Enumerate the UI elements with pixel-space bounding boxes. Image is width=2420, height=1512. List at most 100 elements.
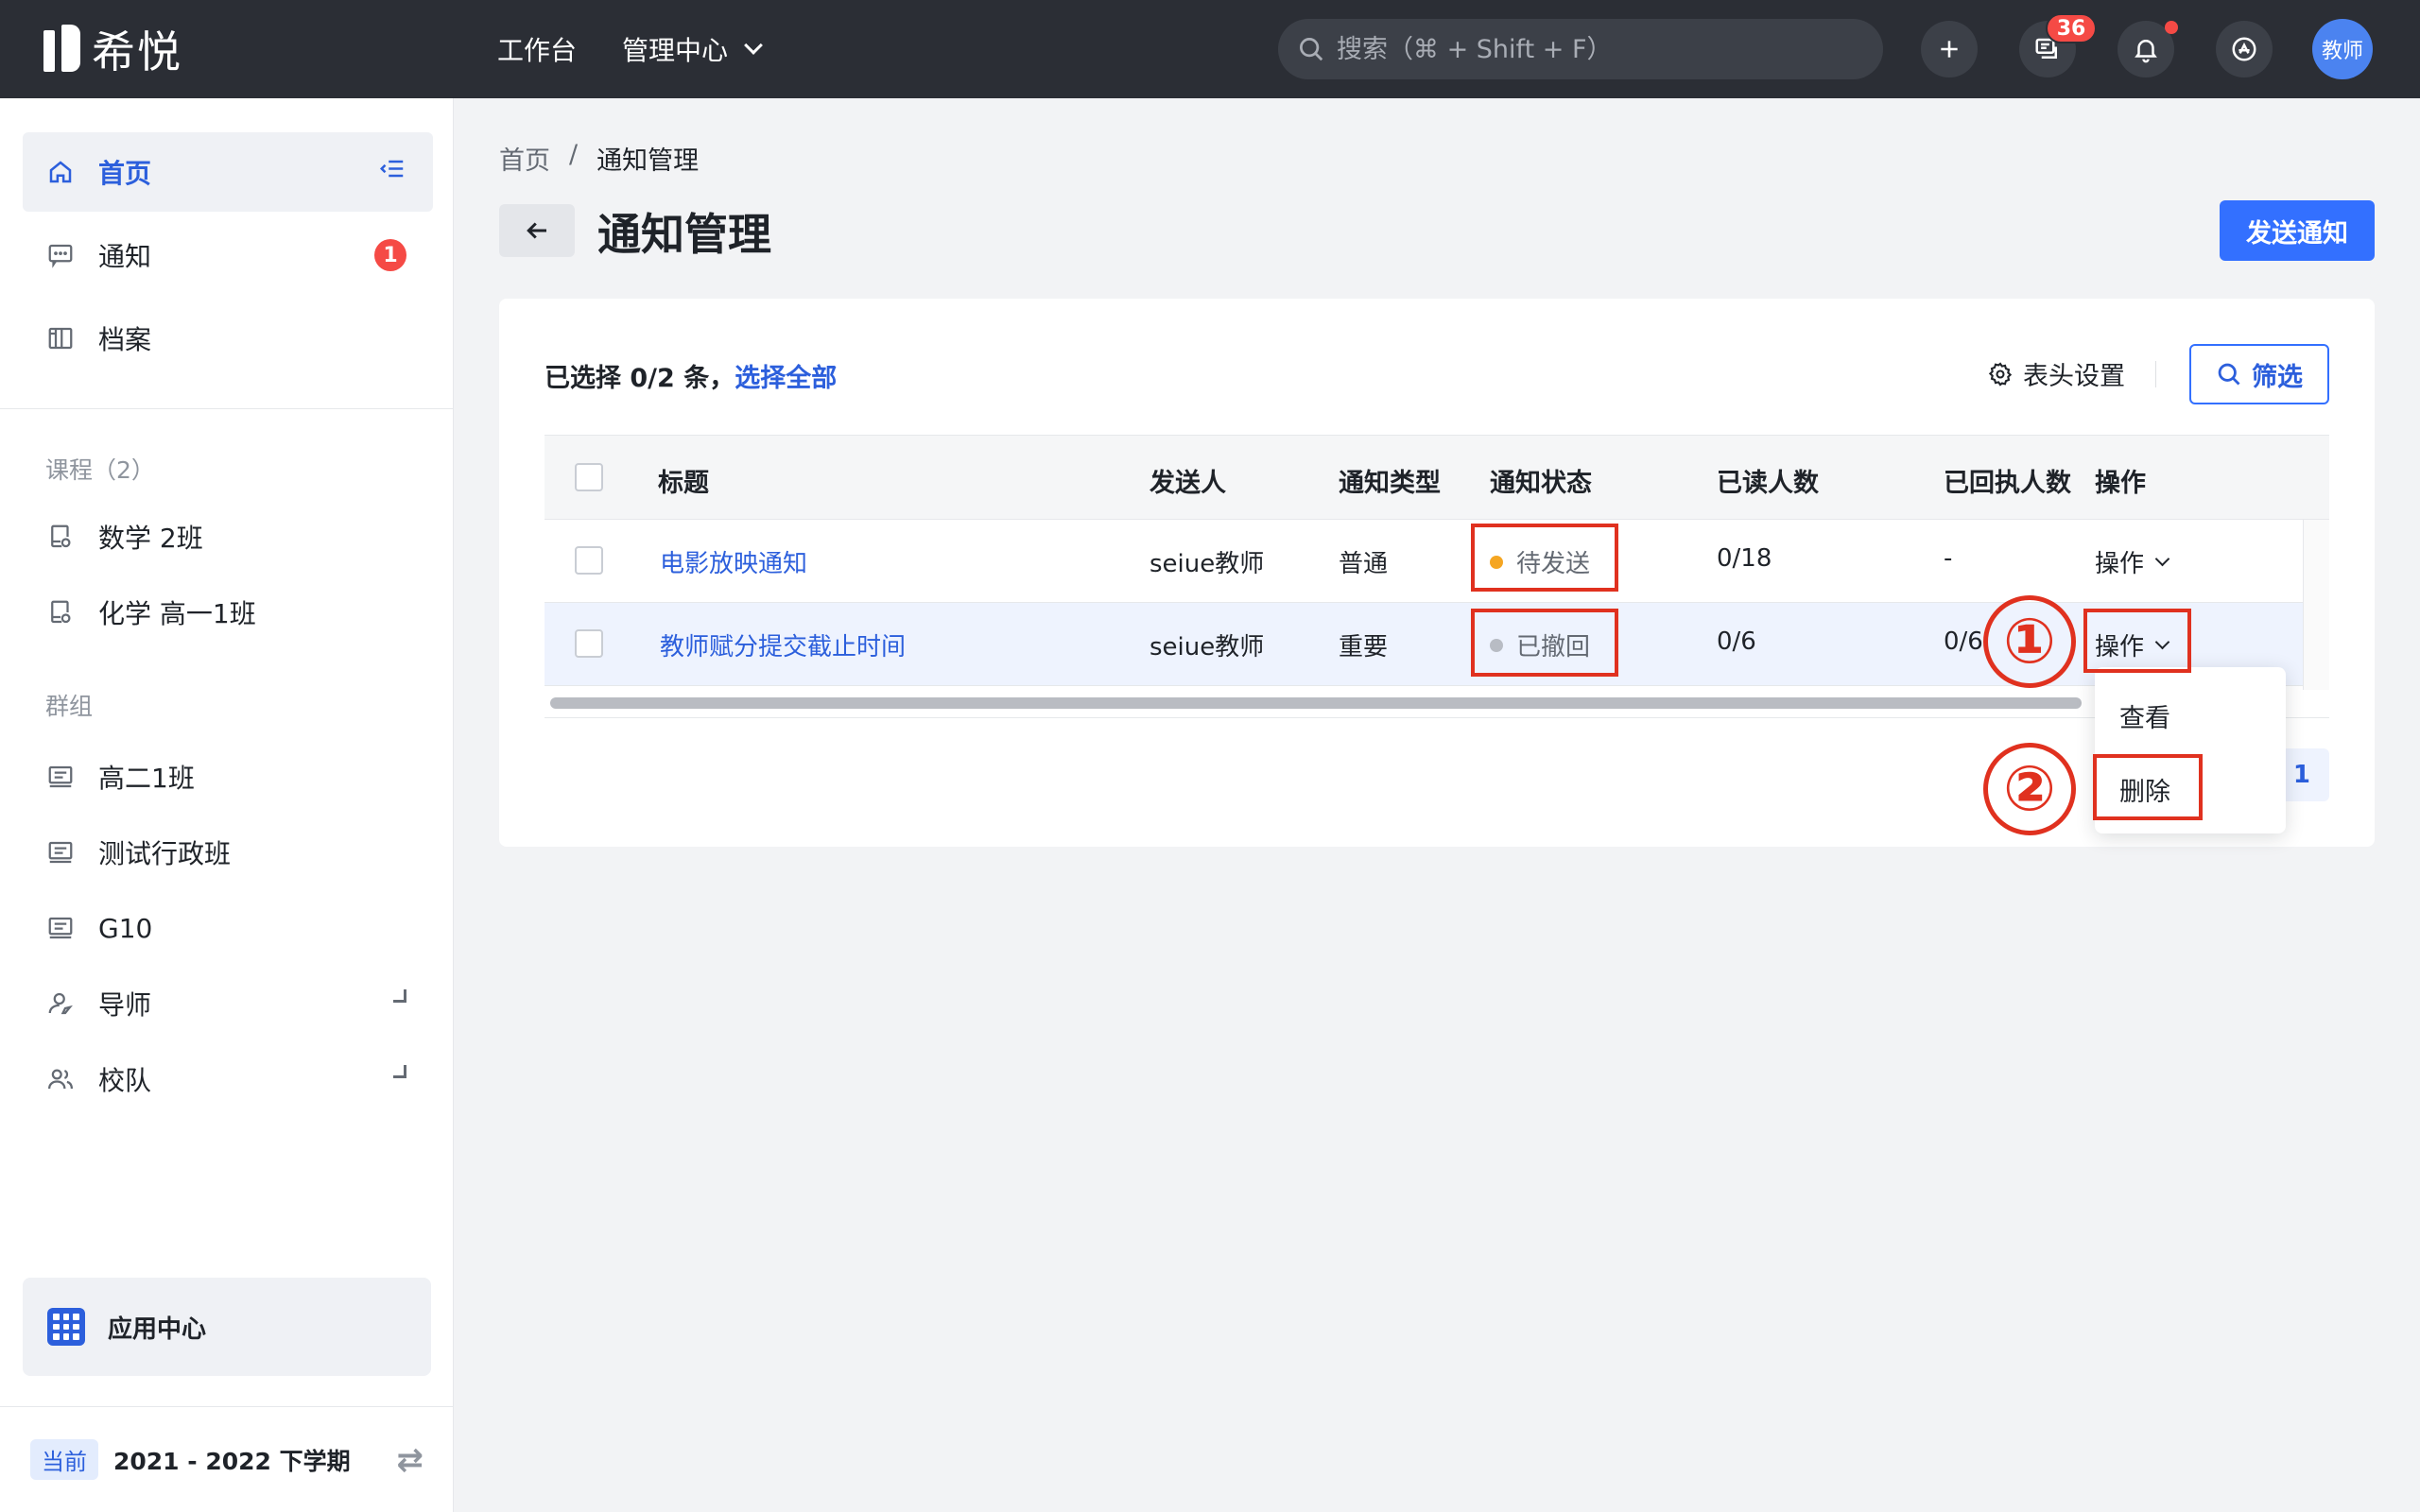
team-icon — [45, 1064, 76, 1094]
sidebar-item-label: 测试行政班 — [98, 838, 232, 869]
row-actions-menu: 查看 删除 — [2095, 667, 2286, 833]
page-title: 通知管理 — [597, 209, 771, 260]
current-term-tag: 当前 — [30, 1439, 98, 1480]
nav-admin-center-label: 管理中心 — [622, 35, 729, 66]
row-checkbox[interactable] — [575, 546, 603, 575]
home-icon — [45, 157, 76, 187]
notification-title-link[interactable]: 电影放映通知 — [660, 544, 807, 579]
selection-count: 已选择 0/2 条， — [544, 364, 735, 393]
table-row[interactable]: 电影放映通知 seiue教师 普通 待发送 0/18 - 操作 — [544, 520, 2303, 603]
class-icon — [45, 837, 76, 868]
row-actions-dropdown[interactable]: 操作 — [2095, 627, 2170, 662]
switch-icon[interactable]: ⇄ — [397, 1441, 424, 1479]
menu-item-view[interactable]: 查看 — [2119, 697, 2170, 734]
sidebar-item-course-chem[interactable]: 化学 高一1班 — [23, 573, 433, 652]
status-withdrawn-dot — [1490, 638, 1503, 652]
sidebar-item-group-g10[interactable]: G10 — [23, 888, 433, 968]
filter-label: 筛选 — [2252, 362, 2303, 392]
nav-admin-center[interactable]: 管理中心 — [622, 0, 763, 98]
app-store-icon — [2232, 37, 2256, 61]
chevron-down-icon — [393, 1065, 406, 1078]
sidebar-item-notifications[interactable]: 通知 1 — [23, 215, 433, 295]
row-actions-dropdown[interactable]: 操作 — [2095, 544, 2170, 579]
header-read-count[interactable]: 已读人数 — [1717, 462, 1819, 499]
sidebar-divider — [0, 408, 454, 409]
read-count-cell: 0/6 — [1717, 627, 1756, 656]
collapse-sidebar-icon[interactable] — [378, 155, 406, 190]
app-store-button[interactable] — [2216, 21, 2273, 77]
sidebar-item-label: G10 — [98, 912, 153, 944]
horizontal-scrollbar[interactable] — [544, 690, 2329, 718]
sidebar-item-label: 档案 — [98, 324, 152, 355]
sidebar-item-label: 化学 高一1班 — [98, 598, 256, 629]
select-all-link[interactable]: 选择全部 — [735, 364, 837, 393]
logo-mark-icon — [43, 25, 80, 72]
column-settings-button[interactable]: 表头设置 — [1987, 355, 2125, 392]
chevron-down-icon — [393, 989, 406, 1003]
row-actions-label: 操作 — [2095, 550, 2145, 578]
search-input[interactable] — [1337, 34, 1866, 64]
nav-workbench[interactable]: 工作台 — [497, 0, 577, 98]
header-status[interactable]: 通知状态 — [1490, 462, 1592, 499]
archive-icon — [45, 323, 76, 353]
avatar[interactable]: 教师 — [2312, 19, 2373, 79]
app-center-label: 应用中心 — [108, 1314, 207, 1344]
sidebar-item-label: 导师 — [98, 989, 152, 1021]
search-icon — [2218, 363, 2240, 386]
notification-title-link[interactable]: 教师赋分提交截止时间 — [660, 627, 906, 662]
sidebar-item-archive[interactable]: 档案 — [23, 299, 433, 378]
back-button[interactable] — [499, 204, 575, 257]
app-logo[interactable]: 希悦 — [43, 23, 182, 77]
add-button[interactable] — [1921, 21, 1978, 77]
sidebar-item-label: 数学 2班 — [98, 523, 203, 554]
sender-cell: seiue教师 — [1150, 633, 1265, 662]
header-type[interactable]: 通知类型 — [1339, 462, 1441, 499]
select-all-checkbox[interactable] — [575, 463, 603, 491]
scrollbar-thumb[interactable] — [550, 697, 2082, 709]
breadcrumb-separator: / — [569, 140, 579, 169]
notification-dot — [2165, 21, 2178, 34]
mentor-icon — [45, 988, 76, 1019]
header-sender[interactable]: 发送人 — [1150, 462, 1226, 499]
sidebar-item-label: 首页 — [98, 158, 152, 189]
menu-item-delete[interactable]: 删除 — [2119, 771, 2170, 808]
sidebar-item-group-mentor[interactable]: 导师 — [23, 964, 433, 1043]
term-selector[interactable]: 当前 2021 - 2022 下学期 ⇄ — [0, 1406, 454, 1512]
sidebar-item-group-class[interactable]: 高二1班 — [23, 737, 433, 816]
vertical-scrollbar[interactable] — [2303, 520, 2329, 690]
class-icon — [45, 913, 76, 943]
breadcrumb-home[interactable]: 首页 — [499, 140, 550, 177]
group-section-title: 群组 — [45, 693, 94, 720]
status-text: 待发送 — [1516, 550, 1591, 578]
logo-text: 希悦 — [92, 26, 182, 77]
table-header: 标题 发送人 通知类型 通知状态 已读人数 已回执人数 操作 — [544, 435, 2329, 520]
sidebar-item-label: 校队 — [98, 1065, 152, 1096]
sidebar-item-group-team[interactable]: 校队 — [23, 1040, 433, 1119]
sidebar-item-course-math[interactable]: 数学 2班 — [23, 497, 433, 576]
gear-icon — [1988, 361, 2013, 387]
column-settings-label: 表头设置 — [2023, 362, 2125, 391]
toolbar-divider — [2155, 361, 2156, 387]
type-cell: 重要 — [1339, 633, 1389, 662]
course-icon — [45, 597, 76, 627]
app-center-button[interactable]: 应用中心 — [23, 1278, 431, 1376]
status-pending-dot — [1490, 555, 1503, 569]
row-checkbox[interactable] — [575, 629, 603, 658]
arrow-left-icon — [527, 222, 546, 239]
nav-workbench-label: 工作台 — [497, 35, 578, 66]
header-title[interactable]: 标题 — [658, 462, 709, 499]
course-icon — [45, 522, 76, 552]
global-search[interactable] — [1278, 19, 1883, 79]
breadcrumb-current: 通知管理 — [596, 146, 700, 176]
chevron-down-icon — [2154, 551, 2170, 567]
read-count-cell: 0/18 — [1717, 544, 1772, 573]
chevron-down-icon — [2154, 634, 2170, 650]
filter-button[interactable]: 筛选 — [2189, 344, 2329, 404]
send-notification-button[interactable]: 发送通知 — [2220, 200, 2375, 261]
header-receipt-count[interactable]: 已回执人数 — [1944, 462, 2071, 499]
sidebar-item-home[interactable]: 首页 — [23, 132, 433, 212]
sidebar-item-group-admin-class[interactable]: 测试行政班 — [23, 813, 433, 892]
search-icon — [1300, 38, 1323, 61]
message-icon — [45, 240, 76, 270]
sidebar: 首页 通知 1 档案 课程（2） 数学 2班 化学 高一1班 群组 高二1班 测… — [0, 98, 454, 1512]
